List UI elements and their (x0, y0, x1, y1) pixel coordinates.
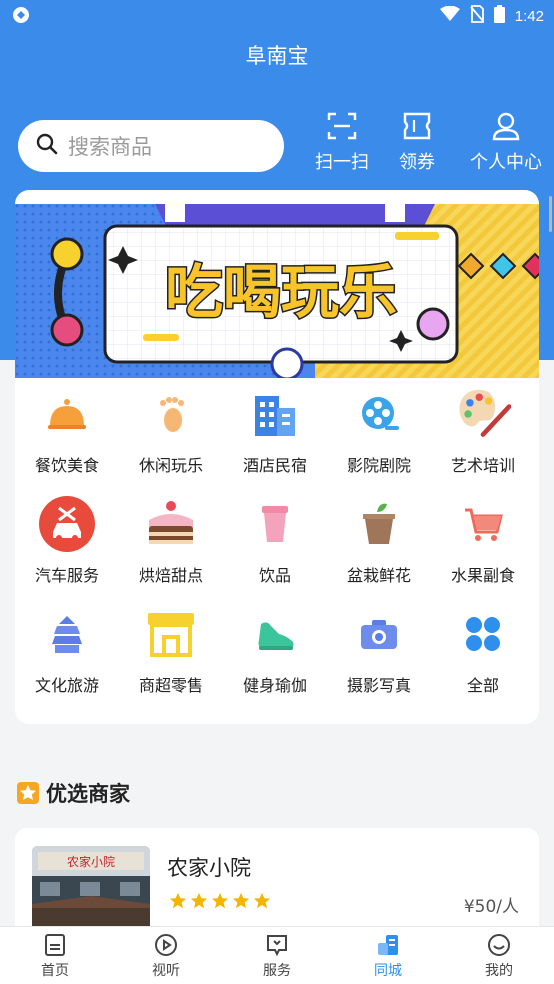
scan-button[interactable]: 扫一扫 (300, 110, 384, 174)
category-label: 商超零售 (138, 676, 203, 695)
category-label: 文化旅游 (34, 676, 99, 695)
banner-headline: 吃喝玩乐 (165, 258, 397, 326)
category-drinks[interactable]: 饮品 (223, 496, 327, 606)
category-art[interactable]: 艺术培训 (431, 386, 535, 496)
camera-icon (351, 606, 407, 662)
search-input[interactable]: 搜索商品 (18, 120, 284, 172)
coupon-icon (403, 112, 431, 140)
pagoda-icon (39, 606, 95, 662)
star-badge-icon (17, 782, 39, 804)
category-label: 水果副食 (450, 566, 515, 585)
star-icon (232, 892, 250, 909)
merchant-rating (169, 892, 271, 910)
cake-icon (143, 496, 199, 552)
grid-all-icon (455, 606, 511, 662)
category-label: 摄影写真 (346, 676, 411, 695)
nav-city-label: 同城 (374, 963, 402, 979)
search-placeholder: 搜索商品 (68, 135, 152, 159)
nav-home[interactable]: 首页 (0, 933, 110, 980)
drink-cup-icon (247, 496, 303, 552)
category-cinema[interactable]: 影院剧院 (327, 386, 431, 496)
category-supermarket[interactable]: 商超零售 (119, 606, 223, 716)
category-fitness[interactable]: 健身瑜伽 (223, 606, 327, 716)
category-car-service[interactable]: 汽车服务 (15, 496, 119, 606)
personal-center-label: 个人中心 (470, 152, 542, 173)
film-reel-icon (351, 386, 407, 442)
smile-icon (488, 934, 510, 956)
battery-icon (493, 5, 505, 27)
sneaker-icon (247, 606, 303, 662)
store-icon (143, 606, 199, 662)
featured-section-title: 优选商家 (16, 778, 130, 808)
category-fruit[interactable]: 水果副食 (431, 496, 535, 606)
star-icon (211, 892, 229, 909)
category-bakery[interactable]: 烘焙甜点 (119, 496, 223, 606)
user-icon (492, 112, 520, 141)
hotel-icon (247, 386, 303, 442)
category-food[interactable]: 餐饮美食 (15, 386, 119, 496)
search-icon (36, 133, 58, 159)
merchant-card[interactable]: 农家小院 农家小院 ¥50/人 (15, 828, 539, 938)
category-plants[interactable]: 盆栽鲜花 (327, 496, 431, 606)
nav-media[interactable]: 视听 (111, 933, 221, 980)
service-icon (267, 935, 287, 957)
bottom-nav: 首页 视听 服务 同城 我的 (0, 926, 554, 984)
category-label: 全部 (466, 676, 499, 695)
footprint-icon (143, 386, 199, 442)
category-label: 艺术培训 (450, 456, 515, 475)
personal-center-button[interactable]: 个人中心 (458, 110, 554, 174)
shopping-cart-icon (455, 496, 511, 552)
promo-banner[interactable]: 吃喝玩乐 (15, 204, 539, 378)
city-icon (378, 935, 398, 955)
category-label: 影院剧院 (346, 456, 411, 475)
category-label: 汽车服务 (34, 566, 99, 585)
nav-service[interactable]: 服务 (222, 933, 332, 980)
category-all[interactable]: 全部 (431, 606, 535, 716)
plant-pot-icon (351, 496, 407, 552)
nav-home-label: 首页 (41, 963, 69, 979)
star-icon (253, 892, 271, 909)
car-service-icon (39, 496, 95, 552)
app-title: 阜南宝 (245, 44, 309, 68)
play-icon (155, 934, 177, 956)
nav-service-label: 服务 (263, 963, 291, 979)
star-icon (169, 892, 187, 909)
star-icon (190, 892, 208, 909)
category-hotel[interactable]: 酒店民宿 (223, 386, 327, 496)
app-notification-icon (12, 6, 30, 28)
merchant-sign-text: 农家小院 (67, 854, 115, 869)
no-sim-icon (470, 5, 484, 27)
status-bar: 1:42 (0, 0, 554, 30)
category-label: 盆栽鲜花 (346, 566, 411, 585)
palette-icon (455, 386, 511, 442)
category-label: 休闲玩乐 (138, 456, 203, 475)
nav-mine[interactable]: 我的 (444, 933, 554, 980)
nav-city[interactable]: 同城 (333, 933, 443, 980)
category-culture-travel[interactable]: 文化旅游 (15, 606, 119, 716)
category-label: 健身瑜伽 (242, 676, 307, 695)
category-label: 饮品 (258, 566, 291, 585)
merchant-thumbnail: 农家小院 (32, 846, 150, 936)
wifi-icon (439, 5, 460, 26)
category-label: 酒店民宿 (242, 456, 307, 475)
nav-mine-label: 我的 (485, 963, 513, 979)
category-photography[interactable]: 摄影写真 (327, 606, 431, 716)
merchant-name: 农家小院 (167, 856, 251, 880)
featured-title: 优选商家 (46, 782, 130, 806)
coupon-label: 领券 (399, 152, 435, 173)
category-label: 烘焙甜点 (138, 566, 203, 585)
scan-label: 扫一扫 (315, 152, 369, 173)
nav-media-label: 视听 (152, 963, 180, 979)
category-leisure[interactable]: 休闲玩乐 (119, 386, 223, 496)
category-label: 餐饮美食 (34, 456, 99, 475)
coupon-button[interactable]: 领券 (375, 110, 459, 174)
quick-actions: 扫一扫 领券 个人中心 (300, 110, 554, 180)
home-doc-icon (45, 934, 65, 956)
merchant-price: ¥50/人 (463, 897, 519, 917)
food-cover-icon (39, 386, 95, 442)
scan-icon (327, 112, 357, 140)
main-card: 吃喝玩乐 餐饮美食 休闲玩乐 酒店民宿 影院剧院 艺术培训 汽车服务 烘焙甜点 … (15, 190, 539, 724)
scrollbar[interactable] (549, 196, 552, 232)
clock: 1:42 (514, 7, 544, 25)
